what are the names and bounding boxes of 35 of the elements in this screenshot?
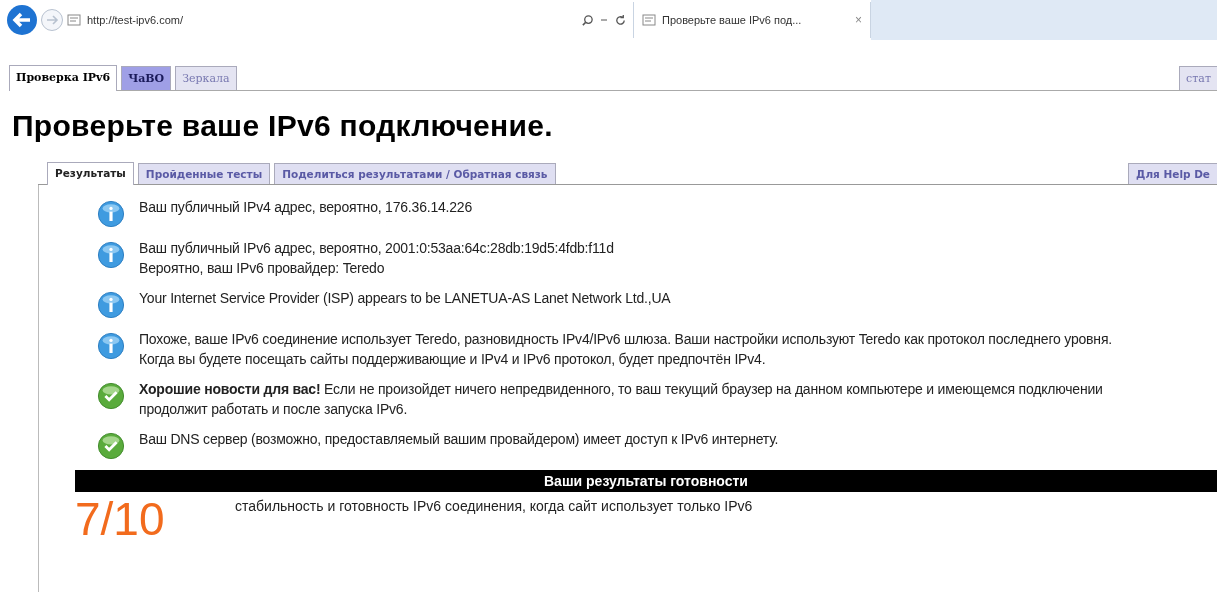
section-header: Ваши результаты готовности <box>75 470 1217 492</box>
info-icon <box>97 200 125 228</box>
refresh-icon[interactable] <box>614 13 627 27</box>
result-message: Ваш DNS сервер (возможно, предоставляемый вашим провайдером) имеет доступ к IPv6 интернету. <box>139 430 780 449</box>
address-bar[interactable]: http://test-ipv6.com/ <box>67 7 633 33</box>
tab-title: Проверьте ваше IPv6 под... <box>662 14 802 26</box>
check-icon <box>97 432 125 460</box>
back-button[interactable] <box>6 4 38 36</box>
score-description: стабильность и готовность IPv6 соединения, когда сайт использует только IPv6 <box>235 498 753 514</box>
site-icon <box>67 14 81 26</box>
result-message: Ваш публичный IPv6 адрес, вероятно, 2001:0:53aa:64c:28db:19d5:4fdb:f11d <box>139 239 615 258</box>
site-icon <box>642 14 656 26</box>
content-tab[interactable]: Пройденные тесты <box>137 163 271 184</box>
close-tab-button[interactable]: × <box>855 13 862 27</box>
content-tab[interactable]: Для Help De <box>1128 163 1217 184</box>
page-heading: Проверьте ваше IPv6 подключение. <box>12 109 554 143</box>
site-tab[interactable]: Зеркала <box>175 66 237 90</box>
result-message: Хорошие новости для вас! Если не произойдет ничего непредвиденного, то ваш текущий браузер на данном компьютере и имеющемся подключении продолжит работать и после запуска IPv6. <box>139 380 1104 419</box>
browser-tab[interactable]: Проверьте ваше IPv6 под... × <box>633 2 871 38</box>
info-icon <box>97 241 125 269</box>
content-tab[interactable]: Поделиться результатами / Обратная связь <box>274 163 556 184</box>
info-icon <box>97 291 125 319</box>
site-tab[interactable]: Проверка IPv6 <box>9 65 118 91</box>
content-tab[interactable]: Результаты <box>47 162 134 185</box>
score: 7/10 <box>75 496 166 542</box>
check-icon <box>97 382 125 410</box>
result-message: Похоже, ваше IPv6 соединение использует Teredo, разновидность IPv4/IPv6 шлюза. Ваши настройки используют Teredo как протокол последнего уровня. Когда вы будете посещать сайты поддерживающие и IPv4 и IPv6 протокол, будет предпочтён IPv4. <box>139 330 1113 369</box>
site-tab[interactable]: стат <box>1179 66 1217 90</box>
result-message: Вероятно, ваш IPv6 провайдер: Teredo <box>139 259 386 278</box>
url-text: http://test-ipv6.com/ <box>87 14 183 26</box>
result-message: Your Internet Service Provider (ISP) appears to be LANETUA-AS Lanet Network Ltd.,UA <box>139 289 672 308</box>
site-tab[interactable]: ЧаВО <box>121 66 172 90</box>
search-icon[interactable] <box>581 13 594 27</box>
info-icon <box>97 332 125 360</box>
result-message: Ваш публичный IPv4 адрес, вероятно, 176.36.14.226 <box>139 198 474 217</box>
